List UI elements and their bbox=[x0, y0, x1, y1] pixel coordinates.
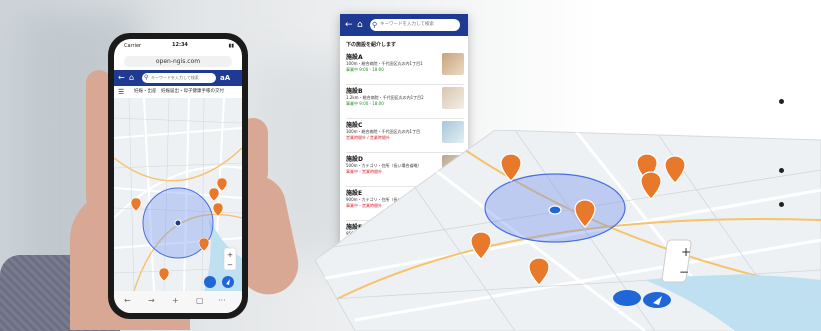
phone-screen: Carrier 12:34 ▮▮ open-ngis.com ← ⌂ ⚲ キーワ… bbox=[114, 39, 242, 313]
smartphone: Carrier 12:34 ▮▮ open-ngis.com ← ⌂ ⚲ キーワ… bbox=[108, 33, 248, 319]
home-icon[interactable]: ⌂ bbox=[357, 19, 363, 31]
back-arrow-icon[interactable]: ← bbox=[345, 19, 353, 31]
facility-status: 事業中 9:00 - 18:00 bbox=[346, 67, 384, 72]
list-item[interactable]: 施設A 100m・総合病院・千代田区丸の内1丁目1 事業中 9:00 - 18:… bbox=[346, 50, 464, 85]
current-location-marker bbox=[548, 205, 562, 215]
zoom-out-button[interactable]: − bbox=[227, 261, 233, 269]
browser-forward-button[interactable]: → bbox=[148, 296, 155, 305]
filter-text: 妊娠・出産 妊娠届出・母子健康手帳の交付 bbox=[134, 89, 224, 94]
walking-mode-button[interactable] bbox=[613, 290, 641, 306]
browser-more-button[interactable]: ··· bbox=[218, 296, 226, 305]
browser-url-bar[interactable]: open-ngis.com bbox=[124, 56, 232, 67]
status-carrier: Carrier bbox=[124, 43, 142, 49]
current-location-marker bbox=[174, 219, 182, 227]
facility-thumbnail bbox=[442, 53, 464, 75]
bullet-icon bbox=[779, 99, 784, 104]
map-pin bbox=[158, 267, 170, 282]
promo-scene: Carrier 12:34 ▮▮ open-ngis.com ← ⌂ ⚲ キーワ… bbox=[0, 0, 821, 331]
phone-map-canvas[interactable]: + − bbox=[114, 98, 242, 291]
search-placeholder: キーワードを入力して検索 bbox=[151, 75, 199, 80]
perspective-map[interactable]: + − bbox=[315, 130, 821, 331]
search-input[interactable]: ⚲ キーワードを入力して検索 bbox=[142, 73, 216, 83]
search-placeholder: キーワードを入力して検索 bbox=[380, 22, 434, 27]
panel-header: ← ⌂ ⚲ キーワードを入力して検索 bbox=[340, 14, 468, 36]
back-arrow-icon[interactable]: ← bbox=[118, 73, 125, 83]
facility-status: 事業中 9:00 - 18:00 bbox=[346, 101, 384, 106]
browser-toolbar: ← → + ▢ ··· bbox=[114, 291, 242, 313]
app-header: ← ⌂ ⚲ キーワードを入力して検索 aA bbox=[114, 70, 242, 86]
bullet-icon bbox=[779, 202, 784, 207]
zoom-in-button[interactable]: + bbox=[227, 251, 233, 259]
status-time: 12:34 bbox=[172, 42, 188, 48]
list-heading: 下の施設を紹介します bbox=[346, 42, 397, 48]
status-bar: Carrier 12:34 ▮▮ bbox=[114, 39, 242, 53]
browser-back-button[interactable]: ← bbox=[124, 296, 131, 305]
search-icon: ⚲ bbox=[144, 74, 149, 81]
facility-name: 施設B bbox=[346, 88, 363, 95]
panel-search-input[interactable]: ⚲ キーワードを入力して検索 bbox=[370, 19, 460, 31]
browser-add-button[interactable]: + bbox=[172, 296, 179, 305]
walking-mode-button[interactable] bbox=[204, 276, 216, 288]
facility-name: 施設C bbox=[346, 122, 363, 129]
phone-map[interactable]: + − bbox=[114, 98, 242, 291]
zoom-in-button[interactable]: + bbox=[681, 245, 691, 259]
search-icon: ⚲ bbox=[372, 21, 378, 29]
facility-name: 施設A bbox=[346, 54, 363, 61]
filter-icon[interactable]: ☰ bbox=[118, 86, 124, 98]
bullet-icon bbox=[779, 168, 784, 173]
facility-thumbnail bbox=[442, 87, 464, 109]
browser-tabs-button[interactable]: ▢ bbox=[196, 296, 204, 305]
map-pin bbox=[208, 187, 220, 202]
list-item[interactable]: 施設B 1.2km・総合病院・千代田区丸の内1丁目2 事業中 9:00 - 18… bbox=[346, 84, 464, 119]
font-size-icon[interactable]: aA bbox=[220, 73, 230, 83]
zoom-out-button[interactable]: − bbox=[679, 265, 689, 279]
home-icon[interactable]: ⌂ bbox=[129, 73, 134, 83]
battery-icon: ▮▮ bbox=[228, 43, 234, 49]
